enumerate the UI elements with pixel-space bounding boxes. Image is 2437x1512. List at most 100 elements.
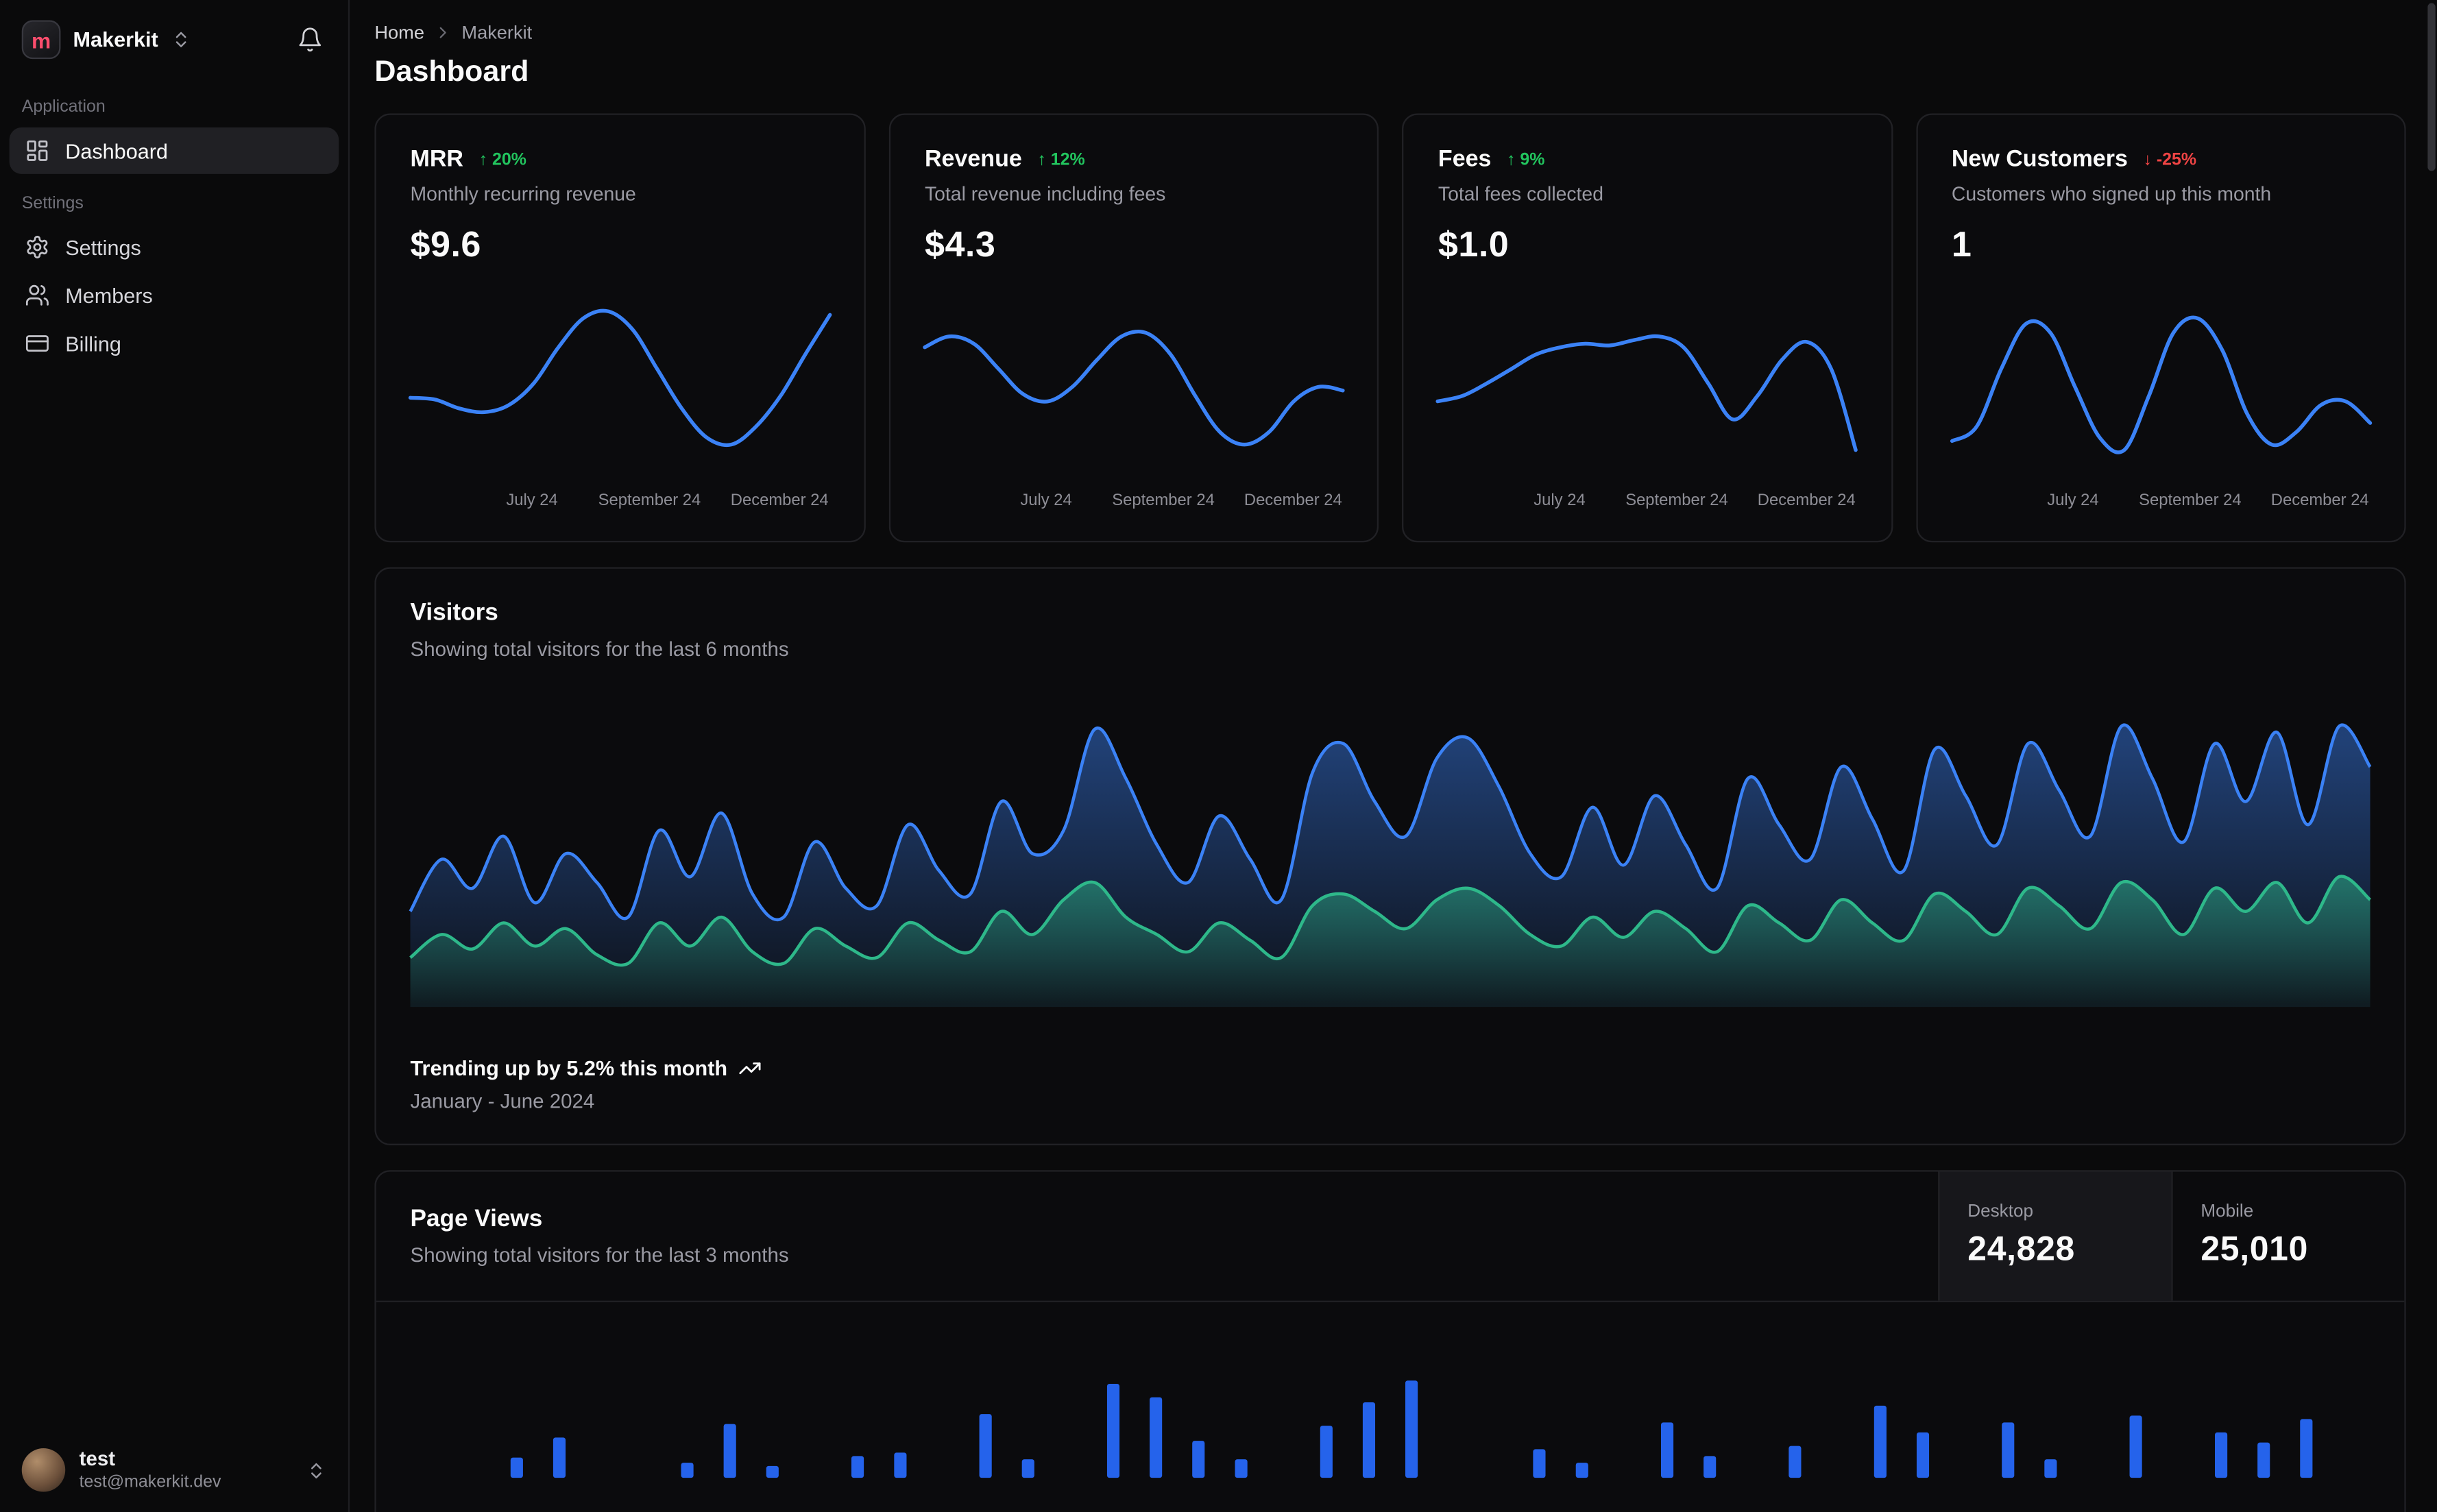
sidebar-item-dashboard[interactable]: Dashboard [9, 127, 339, 174]
mobile-toggle[interactable]: Mobile 25,010 [2171, 1171, 2404, 1301]
x-tick-label: September 24 [2139, 491, 2242, 510]
trend-down-icon: ↓ [2143, 149, 2153, 169]
mobile-toggle-value: 25,010 [2200, 1229, 2309, 1269]
stat-cards-row: MRR ↑ 20% Monthly recurring revenue $9.6… [374, 113, 2406, 543]
visitors-area-chart [409, 707, 2372, 1008]
nav-item-label: Members [65, 283, 153, 307]
nav-item-label: Billing [65, 332, 121, 356]
nav-section-settings: Settings [21, 194, 84, 213]
x-tick-label: September 24 [1112, 491, 1215, 510]
chevrons-up-down-icon [311, 1462, 322, 1478]
stat-card-new-customers: New Customers ↓ -25% Customers who signe… [1915, 113, 2406, 543]
x-tick-label: July 24 [1020, 491, 1072, 510]
trending-up-icon [739, 1062, 761, 1075]
user-info: test test@makerkit.dev [80, 1447, 293, 1493]
revenue-sparkline-chart [923, 291, 1345, 483]
stat-value: $9.6 [410, 223, 481, 265]
trend-badge: ↑ 20% [479, 150, 526, 169]
fees-sparkline-chart [1436, 291, 1858, 483]
trend-up-icon: ↑ [1037, 149, 1046, 169]
visitors-trend-text: Trending up by 5.2% this month [410, 1056, 728, 1080]
nav-section-application: Application [21, 97, 106, 117]
x-tick-label: July 24 [506, 491, 558, 510]
new-customers-sparkline-chart [1950, 291, 2372, 483]
page-views-toggles: Desktop 24,828 Mobile 25,010 [1938, 1171, 2404, 1301]
workspace-name: Makerkit [73, 27, 158, 51]
sidebar-item-billing[interactable]: Billing [10, 320, 339, 367]
gear-icon [27, 236, 48, 258]
chevron-right-icon [439, 27, 446, 38]
page-views-title: Page Views [410, 1206, 543, 1232]
stat-subtitle: Customers who signed up this month [1951, 183, 2272, 206]
nav-item-label: Dashboard [65, 138, 168, 162]
x-tick-label: December 24 [1757, 491, 1856, 510]
users-icon [25, 284, 49, 306]
x-tick-label: December 24 [2270, 491, 2369, 510]
stat-card-fees: Fees ↑ 9% Total fees collected $1.0 July… [1402, 113, 1893, 543]
chart-x-labels: July 24 September 24 December 24 [411, 491, 830, 515]
workspace-switcher[interactable]: m Makerkit [21, 20, 282, 60]
stat-title: MRR [410, 146, 464, 173]
sidebar-item-settings[interactable]: Settings [10, 223, 339, 270]
page-views-subtitle: Showing total visitors for the last 3 mo… [410, 1243, 789, 1267]
page-views-header: Page Views Showing total visitors for th… [376, 1171, 2405, 1302]
scrollbar-thumb[interactable] [2427, 3, 2436, 171]
nav-item-label: Settings [65, 235, 141, 259]
main-content: Home Makerkit Dashboard MRR ↑ 20% Monthl… [351, 0, 2437, 1512]
visitors-card: Visitors Showing total visitors for the … [374, 567, 2406, 1145]
visitors-footer: Trending up by 5.2% this month January -… [410, 1056, 2371, 1113]
stat-title: New Customers [1951, 146, 2128, 173]
app-window: m Makerkit Application Dashboard Setting… [0, 0, 2437, 1512]
logo-letter: m [31, 27, 51, 52]
stat-subtitle: Total revenue including fees [924, 183, 1166, 206]
page-title: Dashboard [374, 56, 529, 89]
visitors-title: Visitors [410, 600, 498, 626]
sidebar: m Makerkit Application Dashboard Setting… [0, 0, 350, 1512]
notifications-button[interactable] [294, 23, 327, 56]
trend-up-icon: ↑ [478, 149, 488, 169]
trend-badge: ↑ 9% [1507, 150, 1544, 169]
breadcrumb-home[interactable]: Home [374, 22, 424, 44]
breadcrumb: Home Makerkit [374, 22, 2405, 44]
chevrons-up-down-icon [175, 32, 186, 47]
desktop-toggle-label: Desktop [1967, 1202, 2033, 1222]
chart-x-labels: July 24 September 24 December 24 [1952, 491, 2371, 515]
stat-value: $4.3 [924, 223, 996, 265]
visitors-subtitle: Showing total visitors for the last 6 mo… [410, 637, 789, 661]
page-views-bar-chart [411, 1310, 2371, 1478]
stat-subtitle: Total fees collected [1438, 183, 1603, 206]
stat-card-mrr: MRR ↑ 20% Monthly recurring revenue $9.6… [374, 113, 866, 543]
sidebar-item-members[interactable]: Members [10, 272, 339, 319]
stat-card-revenue: Revenue ↑ 12% Total revenue including fe… [888, 113, 1379, 543]
stat-subtitle: Monthly recurring revenue [410, 183, 636, 206]
x-tick-label: September 24 [598, 491, 701, 510]
stat-value: $1.0 [1438, 223, 1510, 265]
chart-x-labels: July 24 September 24 December 24 [925, 491, 1344, 515]
avatar [21, 1448, 66, 1492]
breadcrumb-current: Makerkit [461, 21, 533, 44]
makerkit-logo: m [21, 20, 61, 60]
bell-icon [299, 27, 322, 52]
trend-value: 12% [1050, 149, 1085, 169]
x-tick-label: December 24 [730, 491, 829, 510]
user-email: test@makerkit.dev [79, 1472, 221, 1491]
visitors-period: January - June 2024 [410, 1089, 595, 1113]
user-menu[interactable]: test test@makerkit.dev [0, 1428, 348, 1512]
desktop-toggle[interactable]: Desktop 24,828 [1938, 1171, 2172, 1301]
sidebar-nav: Application Dashboard Settings Settings … [0, 80, 348, 369]
x-tick-label: July 24 [2047, 491, 2099, 510]
user-name: test [79, 1447, 116, 1471]
trend-up-icon: ↑ [1507, 149, 1516, 169]
stat-title: Revenue [924, 146, 1022, 173]
mobile-toggle-label: Mobile [2200, 1202, 2254, 1222]
trend-value: 9% [1520, 149, 1545, 169]
stat-value: 1 [1951, 223, 1972, 265]
trend-value: -25% [2156, 149, 2197, 169]
trend-badge: ↑ 12% [1037, 150, 1084, 169]
trend-value: 20% [492, 149, 526, 169]
stat-title: Fees [1438, 146, 1492, 173]
desktop-toggle-value: 24,828 [1967, 1229, 2075, 1269]
dashboard-icon [27, 140, 48, 161]
mrr-sparkline-chart [408, 291, 832, 483]
x-tick-label: December 24 [1244, 491, 1342, 510]
